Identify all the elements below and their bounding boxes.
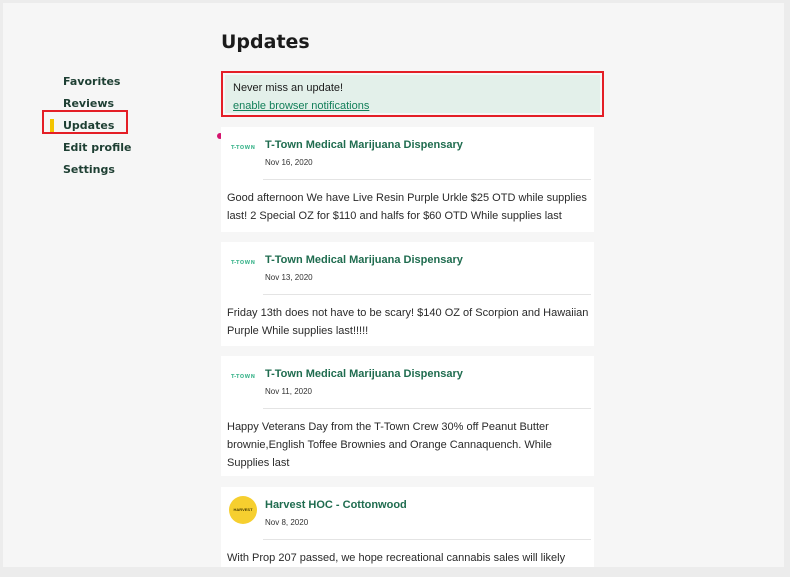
update-card: T-TOWN T-Town Medical Marijuana Dispensa… — [221, 127, 594, 232]
sidebar-item-favorites[interactable]: Favorites — [63, 71, 132, 93]
dispensary-name-link[interactable]: Harvest HOC - Cottonwood — [265, 499, 407, 511]
notification-banner-inner: Never miss an update! enable browser not… — [225, 75, 600, 113]
update-card-header: T-TOWN T-Town Medical Marijuana Dispensa… — [221, 242, 594, 295]
update-card-header: T-TOWN T-Town Medical Marijuana Dispensa… — [221, 127, 594, 180]
update-card-header: T-TOWN T-Town Medical Marijuana Dispensa… — [221, 356, 594, 409]
sidebar-item-edit-profile[interactable]: Edit profile — [63, 137, 132, 159]
update-body: With Prop 207 passed, we hope recreation… — [227, 552, 566, 564]
dispensary-logo: T-TOWN — [231, 374, 256, 380]
dispensary-logo: HARVEST — [229, 496, 257, 524]
sidebar-item-settings[interactable]: Settings — [63, 159, 132, 181]
update-card: T-TOWN T-Town Medical Marijuana Dispensa… — [221, 242, 594, 346]
highlight-box-updates — [42, 110, 128, 134]
divider — [263, 408, 591, 409]
update-card-header: HARVEST Harvest HOC - Cottonwood Nov 8, … — [221, 487, 594, 540]
update-card: HARVEST Harvest HOC - Cottonwood Nov 8, … — [221, 487, 594, 567]
page-title: Updates — [221, 31, 310, 53]
update-date: Nov 11, 2020 — [265, 387, 312, 396]
notification-text: Never miss an update! — [233, 82, 344, 94]
update-body: Happy Veterans Day from the T-Town Crew … — [227, 421, 552, 469]
update-date: Nov 16, 2020 — [265, 158, 313, 167]
enable-notifications-link[interactable]: enable browser notifications — [233, 99, 369, 114]
update-date: Nov 8, 2020 — [265, 518, 309, 527]
dispensary-name-link[interactable]: T-Town Medical Marijuana Dispensary — [265, 139, 463, 151]
dispensary-name-link[interactable]: T-Town Medical Marijuana Dispensary — [265, 254, 463, 266]
page: Updates Favorites Reviews Updates Edit p… — [3, 3, 784, 567]
update-body: Friday 13th does not have to be scary! $… — [227, 307, 589, 337]
divider — [263, 539, 591, 540]
update-date: Nov 13, 2020 — [265, 273, 313, 282]
dispensary-name-link[interactable]: T-Town Medical Marijuana Dispensary — [265, 368, 463, 380]
divider — [263, 179, 591, 180]
update-body: Good afternoon We have Live Resin Purple… — [227, 192, 587, 222]
notification-banner: Never miss an update! enable browser not… — [221, 71, 604, 117]
dispensary-logo: T-TOWN — [231, 260, 256, 266]
dispensary-logo: T-TOWN — [231, 145, 256, 151]
divider — [263, 294, 591, 295]
update-card: T-TOWN T-Town Medical Marijuana Dispensa… — [221, 356, 594, 476]
